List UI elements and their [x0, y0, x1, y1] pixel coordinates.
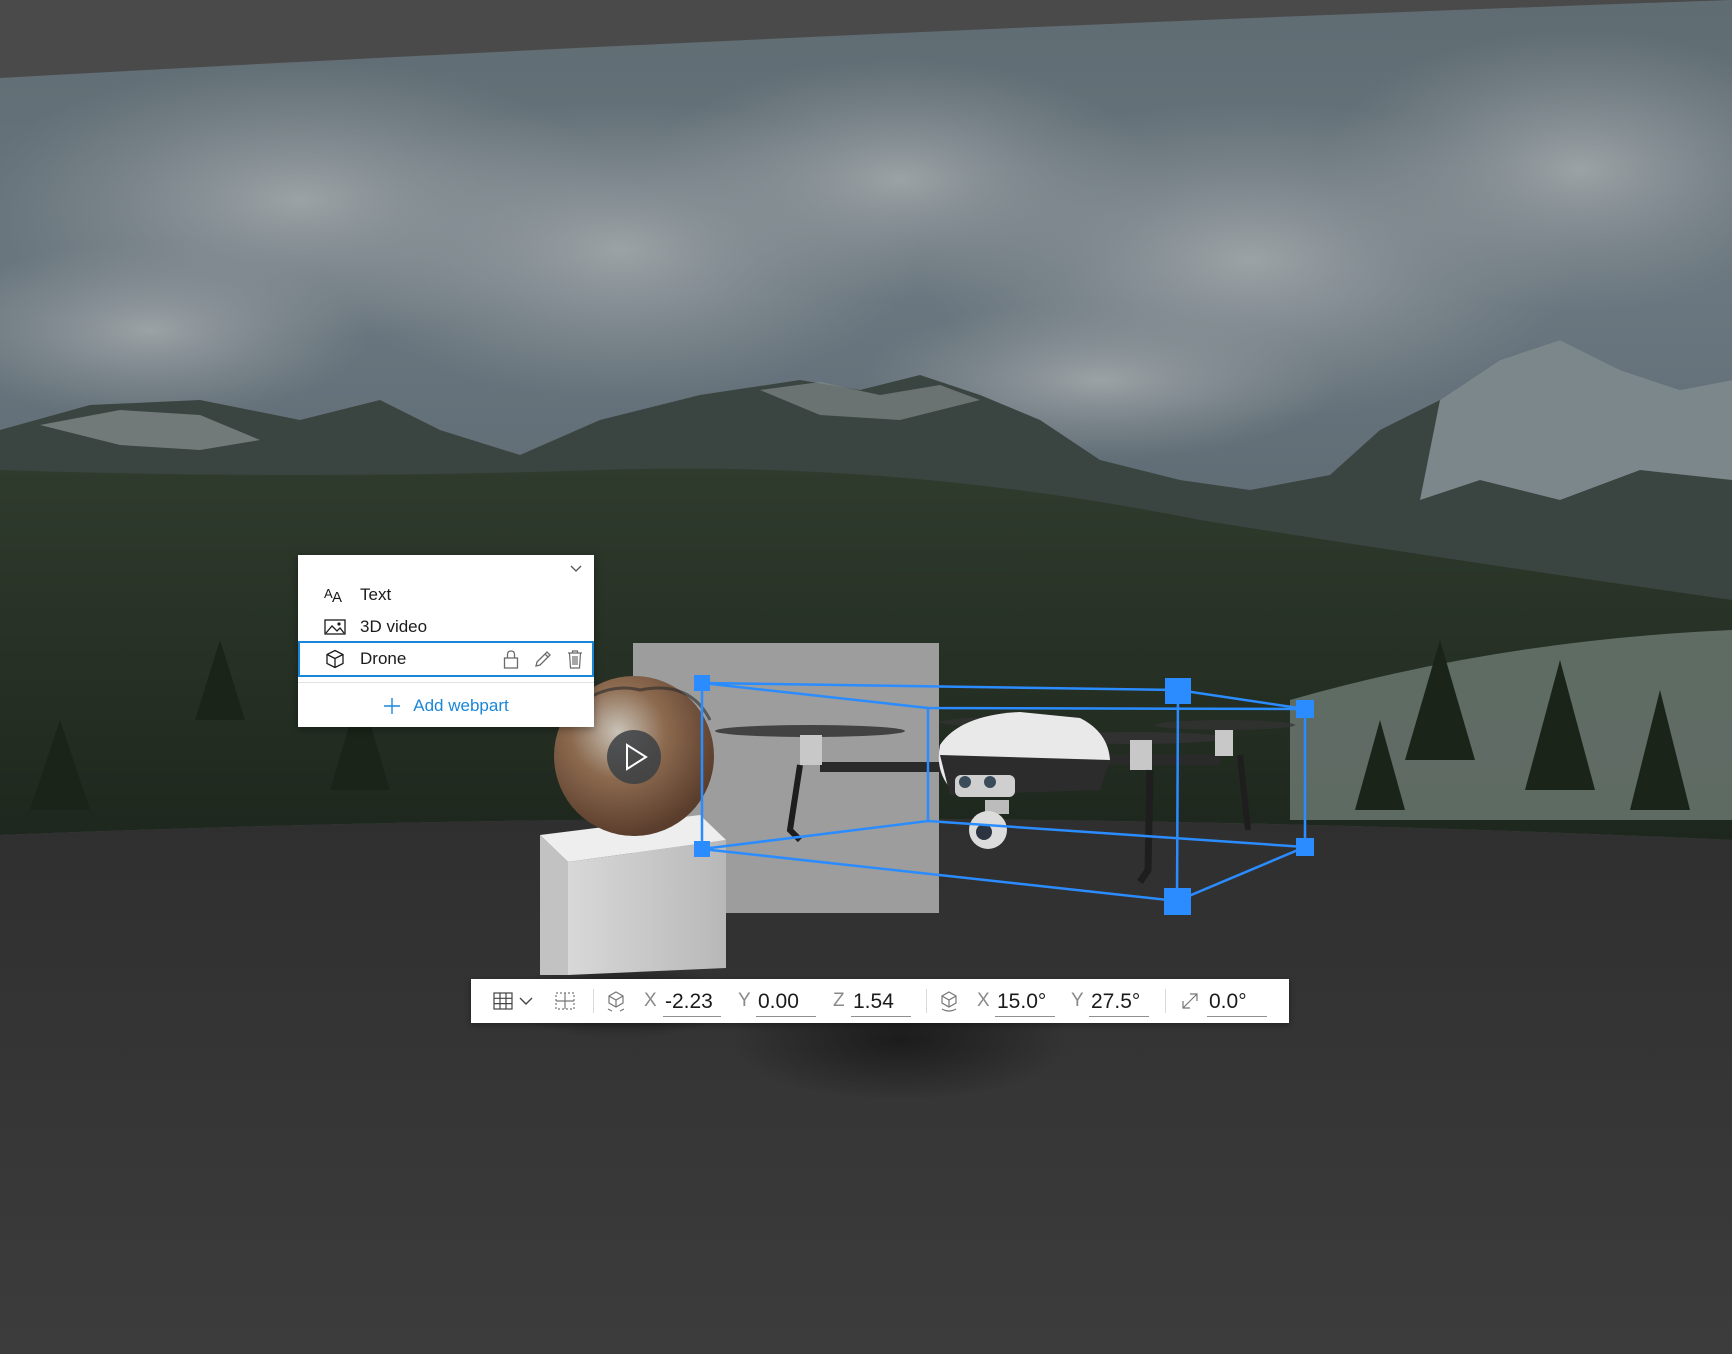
webpart-item-3d-video[interactable]: 3D video — [298, 611, 594, 643]
scale-field[interactable]: 0.0° — [1207, 987, 1267, 1017]
pencil-icon[interactable] — [532, 648, 554, 670]
play-button[interactable] — [607, 730, 661, 784]
scale-value: 0.0° — [1209, 989, 1247, 1013]
add-webpart-label: Add webpart — [413, 696, 509, 715]
add-webpart-button[interactable]: Add webpart — [298, 690, 594, 722]
divider — [1165, 989, 1166, 1013]
image-icon — [324, 616, 346, 638]
webpart-item-text[interactable]: AA Text — [298, 579, 594, 611]
transform-toolbar: X -2.23 Y 0.00 Z 1.54 X 15.0° Y 27.5° 0.… — [471, 979, 1289, 1023]
rotation-x-field[interactable]: 15.0° — [995, 987, 1055, 1017]
move-icon — [606, 979, 626, 1023]
trash-icon[interactable] — [564, 648, 586, 670]
position-x-label: X — [644, 990, 657, 1011]
text-icon: AA — [324, 584, 346, 606]
chevron-down-icon[interactable] — [519, 979, 533, 1023]
webpart-item-drone[interactable]: Drone — [298, 641, 594, 677]
scene-viewport[interactable] — [0, 0, 1732, 1354]
svg-text:A: A — [332, 589, 342, 604]
position-z-field[interactable]: 1.54 — [851, 987, 911, 1017]
position-y-field[interactable]: 0.00 — [756, 987, 816, 1017]
rotation-y-field[interactable]: 27.5° — [1089, 987, 1149, 1017]
rotation-x-label: X — [977, 990, 990, 1011]
position-y-value: 0.00 — [758, 989, 799, 1013]
webpart-item-label: Drone — [360, 649, 407, 668]
cube-icon — [324, 648, 346, 670]
grid-icon[interactable] — [493, 979, 513, 1023]
divider — [298, 682, 594, 683]
divider — [593, 989, 594, 1013]
divider — [926, 989, 927, 1013]
webpart-item-label: Text — [360, 585, 392, 604]
position-z-label: Z — [833, 990, 845, 1011]
webpart-item-label: 3D video — [360, 617, 428, 636]
lock-icon[interactable] — [500, 648, 522, 670]
position-z-value: 1.54 — [853, 989, 894, 1013]
position-x-value: -2.23 — [665, 989, 713, 1013]
webpart-list-panel: AA Text 3D video Drone Add webpart — [298, 555, 594, 727]
rotation-y-value: 27.5° — [1091, 989, 1141, 1013]
position-x-field[interactable]: -2.23 — [663, 987, 721, 1017]
rotation-x-value: 15.0° — [997, 989, 1047, 1013]
pedestal — [540, 815, 726, 975]
resize-icon — [1181, 979, 1199, 1023]
plus-icon — [383, 696, 401, 716]
rotation-y-label: Y — [1071, 990, 1084, 1011]
snap-grid-icon[interactable] — [555, 979, 575, 1023]
position-y-label: Y — [738, 990, 751, 1011]
rotate-icon — [939, 979, 959, 1023]
chevron-down-icon[interactable] — [566, 559, 586, 579]
